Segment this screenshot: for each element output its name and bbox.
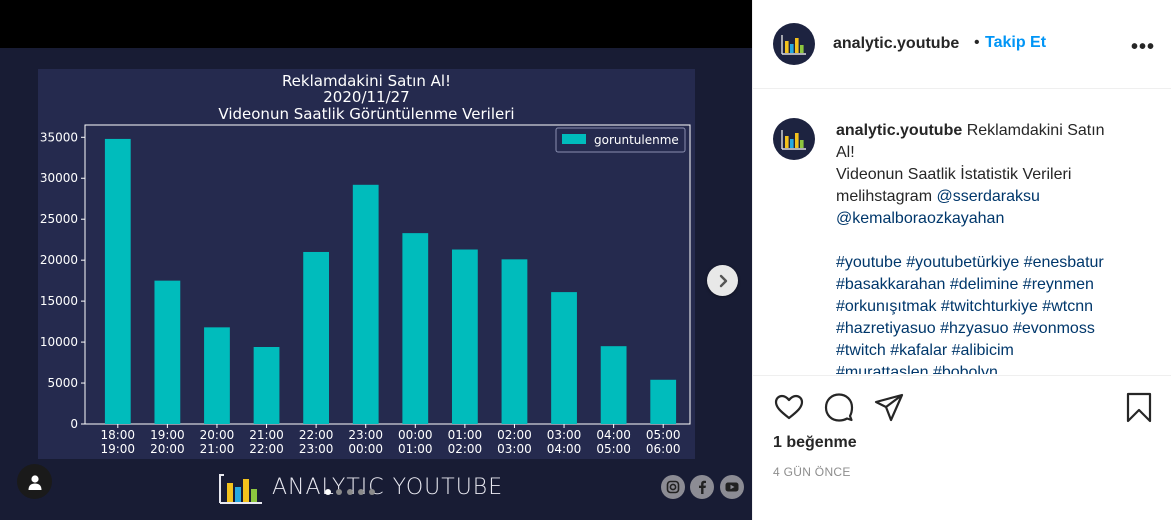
x-tick-label: 04:00 (547, 442, 582, 456)
hashtag-line[interactable]: #basakkarahan #delimine #reynmen (836, 274, 1156, 296)
x-tick-label: 00:00 (398, 428, 433, 442)
x-tick-label: 04:00 (596, 428, 631, 442)
brand-logo-icon (781, 35, 806, 55)
bar (104, 138, 131, 424)
x-tick-label: 03:00 (547, 428, 582, 442)
caption-text: melihstagram (836, 188, 933, 205)
mention-link[interactable]: @sserdaraksu (936, 188, 1039, 205)
caption-avatar[interactable] (773, 118, 815, 160)
x-tick-label: 20:00 (150, 442, 185, 456)
post-timestamp[interactable]: 4 GÜN ÖNCE (773, 465, 851, 479)
hashtag-line[interactable]: #twitch #kafalar #alibicim (836, 340, 1156, 362)
comment-icon[interactable] (823, 391, 855, 423)
bar (451, 249, 478, 424)
x-tick-label: 23:00 (348, 428, 383, 442)
more-options-button[interactable]: ••• (1131, 36, 1155, 59)
x-tick-label: 21:00 (249, 428, 284, 442)
caption-username[interactable]: analytic.youtube (836, 122, 962, 139)
post-header: analytic.youtube • Takip Et ••• (753, 0, 1171, 89)
x-tick-label: 00:00 (348, 442, 383, 456)
y-tick-label: 25000 (40, 212, 78, 226)
bar (402, 233, 429, 424)
carousel-dot (336, 489, 342, 495)
caption-text: Al! (836, 144, 855, 161)
bar (352, 184, 379, 424)
profile-avatar[interactable] (773, 23, 815, 65)
post-media[interactable]: Reklamdakini Satın Al! 2020/11/27 Videon… (0, 0, 752, 520)
x-tick-label: 05:00 (596, 442, 631, 456)
instagram-icon (661, 475, 685, 499)
next-slide-button[interactable] (707, 265, 738, 296)
post-caption: analytic.youtube Reklamdakini Satın Al! … (836, 120, 1156, 374)
y-tick-label: 35000 (40, 130, 78, 144)
post-actions: 1 beğenme 4 GÜN ÖNCE (753, 375, 1171, 520)
y-tick-label: 10000 (40, 335, 78, 349)
legend-swatch (562, 134, 586, 144)
header-username[interactable]: analytic.youtube (833, 35, 959, 53)
brand-logo-icon (781, 130, 806, 150)
x-tick-label: 19:00 (100, 442, 135, 456)
user-icon (28, 474, 41, 490)
carousel-dot (358, 489, 364, 495)
bar (154, 280, 181, 424)
x-tick-label: 19:00 (150, 428, 185, 442)
caption-text: Reklamdakini Satın (966, 122, 1105, 139)
header-separator: • (974, 34, 980, 51)
bar (650, 379, 677, 424)
follow-button[interactable]: Takip Et (985, 34, 1046, 52)
caption-text: Videonun Saatlik İstatistik Verileri (836, 166, 1072, 183)
x-tick-label: 03:00 (497, 442, 532, 456)
bar (600, 346, 627, 424)
hashtag-line[interactable]: #hazretiyasuo #hzyasuo #evonmoss (836, 318, 1156, 340)
carousel-dot (347, 489, 353, 495)
y-tick-label: 15000 (40, 294, 78, 308)
instagram-post-view: Reklamdakini Satın Al! 2020/11/27 Videon… (0, 0, 1171, 520)
carousel-indicator (325, 489, 375, 495)
bar (303, 251, 330, 424)
post-side-panel: analytic.youtube • Takip Et ••• analytic… (752, 0, 1171, 520)
legend-label: goruntulenme (594, 133, 679, 147)
y-tick-label: 5000 (47, 376, 78, 390)
share-icon[interactable] (873, 391, 905, 423)
y-tick-label: 20000 (40, 253, 78, 267)
bookmark-icon[interactable] (1123, 391, 1155, 423)
bar (204, 327, 230, 424)
x-tick-label: 22:00 (249, 442, 284, 456)
bar (501, 259, 528, 424)
x-tick-label: 22:00 (299, 428, 334, 442)
chart-plot: 0 5000 10000 15000 20000 25000 30000 35000 18:00… (40, 124, 691, 456)
bar-chart: Reklamdakini Satın Al! 2020/11/27 Videon… (38, 69, 695, 459)
hashtag-line[interactable]: #orkunışıtmak #twitchturkiye #wtcnn (836, 296, 1156, 318)
brand-logo-icon (218, 469, 264, 505)
likes-count[interactable]: 1 beğenme (773, 434, 857, 452)
hashtag-line[interactable]: #youtube #youtubetürkiye #enesbatur (836, 252, 1156, 274)
x-tick-label: 02:00 (497, 428, 532, 442)
carousel-dot (369, 489, 375, 495)
brand-text: ANALYTIC YOUTUBE (272, 474, 504, 500)
x-tick-label: 01:00 (448, 428, 483, 442)
facebook-icon (690, 475, 714, 499)
heart-icon[interactable] (773, 391, 805, 423)
caption-scroll-area[interactable]: analytic.youtube Reklamdakini Satın Al! … (753, 90, 1171, 374)
x-tick-label: 01:00 (398, 442, 433, 456)
brand-watermark: ANALYTIC YOUTUBE (218, 468, 503, 506)
x-tick-label: 02:00 (448, 442, 483, 456)
x-tick-label: 06:00 (646, 442, 681, 456)
x-tick-label: 18:00 (100, 428, 135, 442)
bar (551, 292, 577, 424)
y-tick-label: 30000 (40, 171, 78, 185)
youtube-icon (720, 475, 744, 499)
carousel-dot (325, 489, 331, 495)
y-tick-label: 0 (70, 417, 78, 431)
tagged-users-button[interactable] (17, 464, 52, 499)
hashtag-line[interactable]: #murattaslen #bobolyn (836, 362, 1156, 374)
x-tick-label: 21:00 (200, 442, 235, 456)
x-tick-label: 05:00 (646, 428, 681, 442)
x-tick-label: 20:00 (200, 428, 235, 442)
chevron-right-icon (719, 274, 727, 287)
bar (253, 346, 280, 424)
mention-link[interactable]: @kemalboraozkayahan (836, 208, 1156, 230)
x-tick-label: 23:00 (299, 442, 334, 456)
